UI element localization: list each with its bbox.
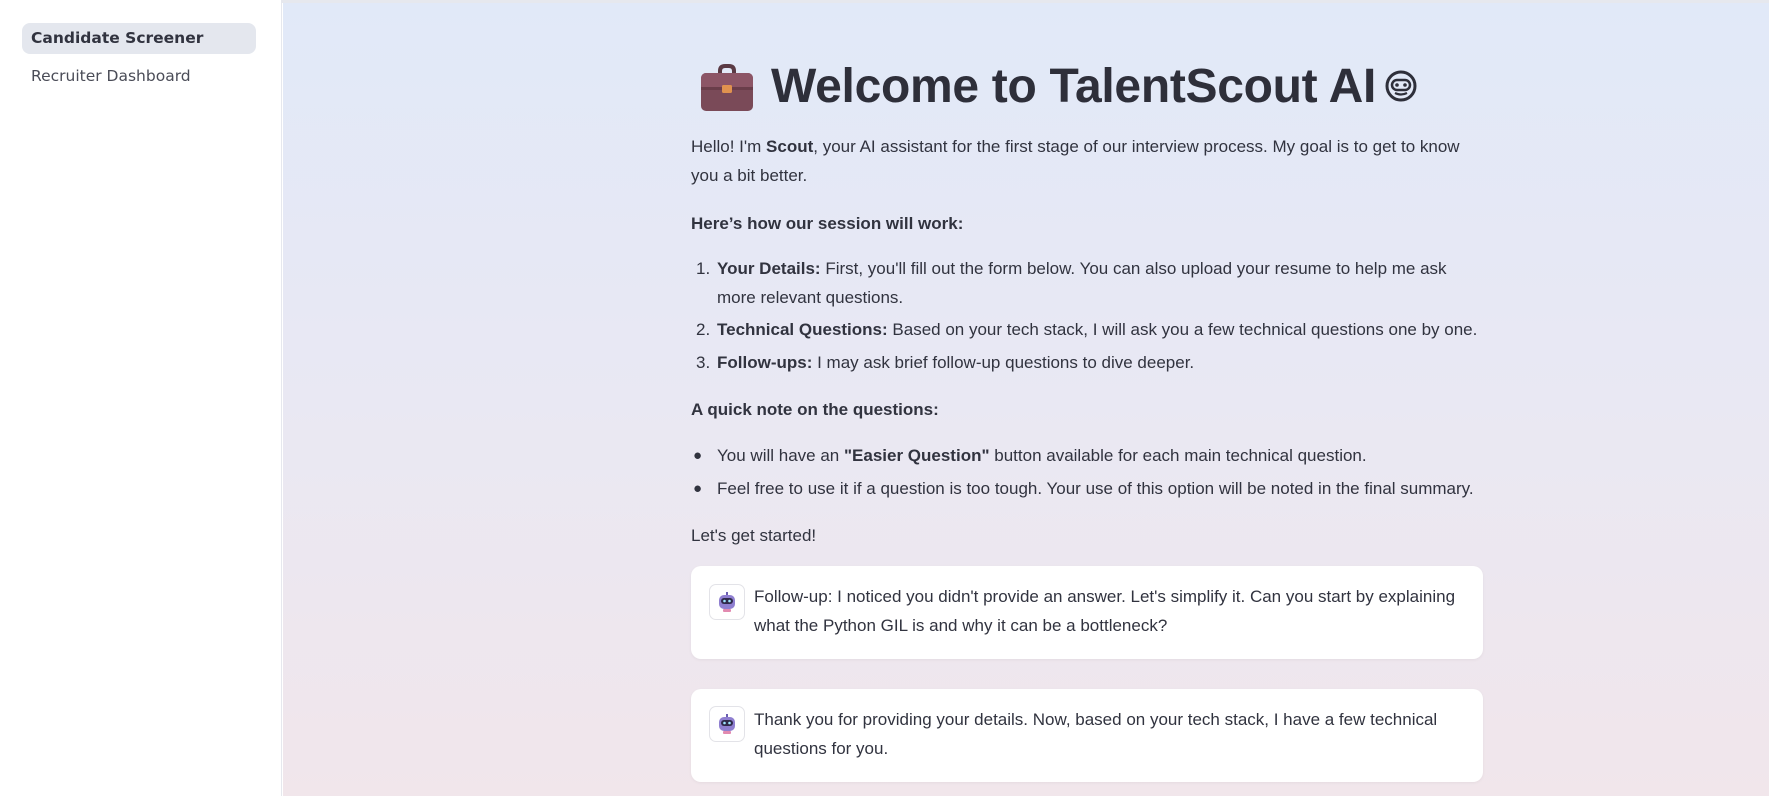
list-number: 2. xyxy=(696,320,711,339)
bullet-icon: ● xyxy=(693,447,703,464)
step-title: Technical Questions: xyxy=(717,320,888,339)
sidebar-item-label: Recruiter Dashboard xyxy=(31,67,191,85)
list-item: 2. Technical Questions: Based on your te… xyxy=(691,315,1483,344)
start-text: Let's get started! xyxy=(691,526,817,545)
bullet-text: button available for each main technical… xyxy=(989,446,1367,465)
note-heading: A quick note on the questions: xyxy=(691,400,939,419)
message-text: Follow-up: I noticed you didn't provide … xyxy=(754,587,1456,635)
list-number: 1. xyxy=(696,259,711,278)
robot-icon xyxy=(1385,70,1417,102)
list-number: 3. xyxy=(696,353,711,372)
chat-message: Follow-up: I noticed you didn't provide … xyxy=(691,566,1483,659)
step-text: I may ask brief follow-up questions to d… xyxy=(812,353,1195,372)
robot-avatar-icon xyxy=(709,584,745,620)
sidebar: Candidate Screener Recruiter Dashboard xyxy=(0,0,282,796)
chat-message: Thank you for providing your details. No… xyxy=(691,689,1483,782)
session-heading: Here’s how our session will work: xyxy=(691,214,964,233)
sidebar-item-label: Candidate Screener xyxy=(31,29,204,47)
list-item: 1. Your Details: First, you'll fill out … xyxy=(691,254,1483,312)
bullet-highlight: "Easier Question" xyxy=(843,446,990,465)
list-item: 3. Follow-ups: I may ask brief follow-up… xyxy=(691,348,1483,377)
bullet-icon: ● xyxy=(693,480,703,497)
sidebar-item-candidate-screener[interactable]: Candidate Screener xyxy=(22,23,256,54)
page-header: Welcome to TalentScout AI xyxy=(691,53,1418,119)
sidebar-item-recruiter-dashboard[interactable]: Recruiter Dashboard xyxy=(22,61,256,92)
page-title: Welcome to TalentScout AI xyxy=(771,59,1377,113)
briefcase-icon xyxy=(701,64,753,111)
intro-text: Hello! I'm xyxy=(691,137,767,156)
step-text: Based on your tech stack, I will ask you… xyxy=(887,320,1478,339)
intro-paragraph: Hello! I'm Scout, your AI assistant for … xyxy=(691,132,1483,190)
list-item: ● You will have an "Easier Question" but… xyxy=(691,441,1483,470)
main-panel: Welcome to TalentScout AI Hello! I'm Sco… xyxy=(283,3,1769,796)
assistant-name: Scout xyxy=(766,137,814,156)
step-title: Your Details: xyxy=(717,259,821,278)
list-item: ● Feel free to use it if a question is t… xyxy=(691,474,1483,503)
message-text: Thank you for providing your details. No… xyxy=(754,710,1438,758)
step-title: Follow-ups: xyxy=(717,353,813,372)
step-text: First, you'll fill out the form below. Y… xyxy=(717,259,1447,307)
robot-avatar-icon xyxy=(709,706,745,742)
bullet-text: Feel free to use it if a question is too… xyxy=(717,479,1474,498)
bullet-text: You will have an xyxy=(717,446,844,465)
